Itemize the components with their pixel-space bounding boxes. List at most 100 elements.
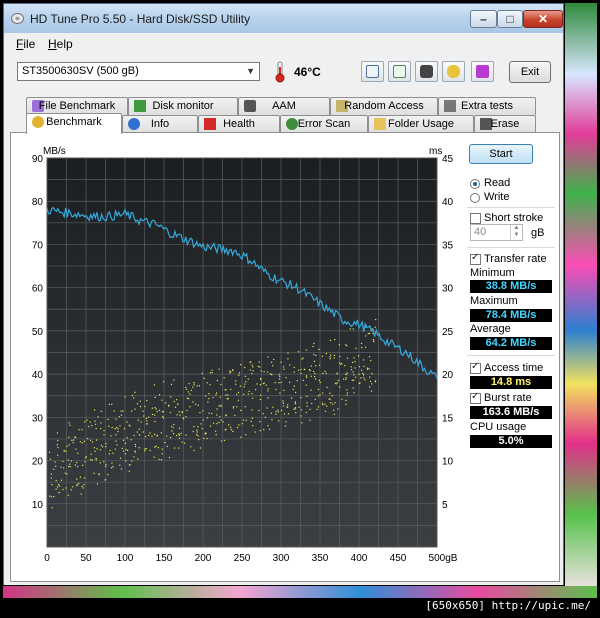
access-time-point: [192, 401, 194, 403]
minimum-value: 38.8 MB/s: [470, 280, 552, 293]
access-time-point: [125, 460, 127, 462]
access-time-point: [244, 366, 246, 369]
burst-rate-checkbox[interactable]: [470, 391, 481, 404]
short-stroke-spinner[interactable]: 40 ▲ ▼: [470, 224, 523, 241]
access-time-point: [120, 414, 123, 416]
tab-folder-usage[interactable]: Folder Usage: [368, 115, 474, 133]
tab-benchmark[interactable]: Benchmark: [26, 113, 122, 134]
spinner-buttons[interactable]: ▲ ▼: [510, 225, 522, 240]
start-button[interactable]: Start: [469, 144, 533, 164]
transfer-rate-label: Transfer rate: [484, 253, 547, 265]
access-time-point: [295, 412, 297, 414]
access-time-point: [188, 397, 190, 400]
access-time-point: [235, 383, 237, 385]
access-time-point: [319, 364, 321, 366]
x-tick-label: 150: [156, 553, 173, 564]
access-time-point: [104, 479, 107, 481]
access-time-point: [179, 434, 181, 436]
access-time-point: [115, 440, 117, 442]
access-time-point: [202, 419, 204, 421]
access-time-point: [55, 488, 57, 490]
tab-health[interactable]: Health: [198, 115, 280, 133]
close-button[interactable]: ✕: [523, 10, 563, 28]
copy-text-button[interactable]: [388, 61, 411, 82]
access-time-point: [84, 461, 86, 463]
tab-erase[interactable]: Erase: [474, 115, 536, 133]
drive-select[interactable]: ST3500630SV (500 gB) ▼: [17, 62, 260, 81]
access-time-point: [257, 365, 259, 368]
access-time-point: [131, 460, 133, 462]
save-button[interactable]: [471, 61, 494, 82]
access-time-point: [157, 447, 160, 449]
maximize-button[interactable]: □: [497, 10, 523, 28]
access-time-point: [355, 347, 357, 349]
access-time-point: [366, 367, 368, 369]
access-time-point: [247, 378, 249, 380]
access-time-point: [158, 394, 161, 396]
access-time-point: [345, 399, 347, 402]
read-label: Read: [484, 177, 511, 189]
access-time-point: [280, 361, 282, 363]
menu-file[interactable]: File: [16, 37, 35, 51]
access-time-point: [329, 398, 331, 400]
access-time-point: [252, 397, 254, 399]
access-time-point: [138, 447, 140, 449]
benchmark-panel: MB/s ms 10 20 30 40 50 60 70 80 90 5 10 15 20 25 30 35 40 4…: [10, 132, 560, 582]
short-stroke-checkbox[interactable]: [470, 213, 481, 224]
access-time-point: [148, 416, 150, 418]
access-time-point: [211, 372, 213, 374]
access-time-point: [308, 369, 311, 371]
access-time-point: [244, 383, 246, 385]
access-time-point: [223, 377, 225, 379]
access-time-checkbox[interactable]: [470, 361, 481, 374]
access-time-point: [205, 432, 207, 435]
access-time-point: [226, 398, 228, 400]
copy-info-button[interactable]: [361, 61, 384, 82]
screenshot-button[interactable]: [415, 61, 438, 82]
y2-tick-label: 20: [442, 370, 454, 381]
access-time-point: [180, 432, 182, 434]
tab-error-scan[interactable]: Error Scan: [280, 115, 368, 133]
access-time-point: [287, 352, 289, 354]
options-button[interactable]: [442, 61, 465, 82]
tab-aam[interactable]: AAM: [238, 97, 330, 115]
access-time-point: [94, 450, 96, 452]
access-time-point: [162, 415, 164, 418]
access-time-point: [62, 488, 64, 491]
access-time-point: [343, 378, 345, 380]
tab-extra-tests[interactable]: Extra tests: [438, 97, 536, 115]
spin-down-icon[interactable]: ▼: [511, 232, 522, 239]
exit-button[interactable]: Exit: [509, 61, 551, 83]
access-time-point: [321, 355, 324, 357]
access-time-point: [69, 463, 71, 465]
access-time-point: [108, 403, 111, 405]
access-time-point: [166, 445, 168, 448]
access-time-point: [190, 446, 192, 448]
access-time-point: [185, 386, 187, 389]
access-time-point: [365, 335, 367, 337]
access-time-point: [216, 414, 218, 416]
access-time-point: [309, 419, 311, 421]
menu-help[interactable]: Help: [48, 37, 73, 51]
access-time-point: [188, 382, 190, 385]
tab-random-access[interactable]: Random Access: [330, 97, 438, 115]
spin-up-icon[interactable]: ▲: [511, 225, 522, 232]
access-time-point: [314, 372, 316, 375]
access-time-point: [199, 411, 201, 414]
access-time-point: [278, 420, 280, 422]
access-time-point: [259, 398, 262, 401]
access-time-point: [306, 405, 308, 407]
write-radio[interactable]: [470, 193, 480, 203]
tab-info[interactable]: Info: [122, 115, 198, 133]
access-time-point: [179, 414, 181, 416]
access-time-point: [238, 374, 240, 376]
cpu-usage-label: CPU usage: [470, 421, 527, 433]
access-time-point: [177, 447, 180, 449]
access-time-point: [161, 399, 163, 401]
minimize-button[interactable]: –: [470, 10, 497, 28]
title-bar[interactable]: HD Tune Pro 5.50 - Hard Disk/SSD Utility…: [4, 4, 563, 33]
tab-disk-monitor[interactable]: Disk monitor: [128, 97, 238, 115]
read-radio[interactable]: [470, 179, 480, 189]
transfer-rate-checkbox[interactable]: [470, 252, 481, 265]
access-time-point: [95, 459, 97, 461]
